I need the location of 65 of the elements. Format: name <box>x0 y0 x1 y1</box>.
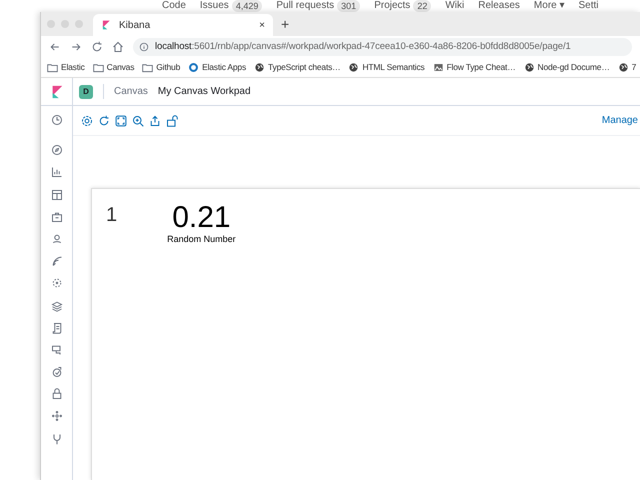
briefcase-icon[interactable] <box>50 210 62 223</box>
manage-link[interactable]: Manage <box>602 113 638 128</box>
bookmark[interactable]: Elastic <box>47 61 85 74</box>
nav-link[interactable]: Releases <box>478 0 520 12</box>
count-badge: 22 <box>413 0 432 12</box>
compass-icon[interactable] <box>50 144 62 156</box>
bookmark[interactable]: HTML Semantics <box>348 61 425 74</box>
globe-icon <box>348 62 360 73</box>
home-icon[interactable] <box>112 41 124 53</box>
clock-icon[interactable] <box>50 114 62 126</box>
nav-link[interactable]: Wiki <box>445 0 464 12</box>
count-badge: 4,429 <box>232 0 262 12</box>
nav-link[interactable]: More ▾ <box>534 0 564 12</box>
breadcrumb-current: My Canvas Workpad <box>158 85 251 99</box>
browser-tab[interactable]: Kibana × <box>93 14 273 36</box>
space-avatar[interactable]: D <box>79 84 93 98</box>
scroll-icon[interactable] <box>50 322 62 334</box>
folder-icon <box>92 62 104 73</box>
address-field[interactable]: localhost:5601/rnb/app/canvas#/workpad/workpad-47ceea10-e360-4a86-8206-b0fdd8d8005e/page/1 <box>133 38 632 56</box>
refresh-icon[interactable] <box>98 114 110 126</box>
chart-icon[interactable] <box>50 166 62 178</box>
reload-icon[interactable] <box>91 41 103 53</box>
fullscreen-icon[interactable] <box>115 114 127 126</box>
new-tab-button[interactable]: + <box>281 14 290 34</box>
settings-icon[interactable] <box>81 114 93 126</box>
close-tab-button[interactable]: × <box>259 18 265 32</box>
image-icon <box>432 62 444 73</box>
nav-link[interactable]: Code <box>162 0 186 12</box>
unlock-icon[interactable] <box>166 114 178 126</box>
bookmark[interactable]: Node-gd Docume… <box>524 61 610 74</box>
zoom-icon[interactable] <box>132 114 144 126</box>
url-text: localhost:5601/rnb/app/canvas#/workpad/workpad-47ceea10-e360-4a86-8206-b0fdd8d8005e/page/1 <box>155 40 571 54</box>
count-badge: 301 <box>337 0 360 12</box>
kibana-logo-icon <box>101 20 111 30</box>
graph-icon[interactable] <box>50 410 62 422</box>
nav-link[interactable]: Projects <box>374 0 410 12</box>
ring-icon <box>188 62 200 73</box>
globe-icon <box>618 62 629 73</box>
bookmark[interactable]: Github <box>142 61 180 74</box>
lock-icon[interactable] <box>50 388 62 400</box>
bookmark[interactable]: Canvas <box>92 61 134 74</box>
nav-link[interactable]: Issues <box>200 0 229 12</box>
info-icon <box>139 42 149 52</box>
page-number: 1 <box>106 203 118 227</box>
nav-link[interactable]: Pull requests <box>276 0 334 12</box>
circle-dots-icon[interactable] <box>50 277 62 290</box>
dashboard-icon[interactable] <box>50 188 62 201</box>
bookmark[interactable]: Elastic Apps <box>188 61 246 74</box>
back-icon[interactable] <box>49 41 61 53</box>
bookmark[interactable]: 7 <box>618 61 636 74</box>
metric-label: Random Number <box>167 233 236 246</box>
metric-value: 0.21 <box>172 203 231 233</box>
share-icon[interactable] <box>149 114 161 126</box>
bookmark[interactable]: Flow Type Cheat… <box>432 61 516 74</box>
folder-icon <box>142 62 154 73</box>
folder-icon <box>47 62 58 73</box>
globe-icon <box>524 62 534 73</box>
forward-icon[interactable] <box>70 41 82 53</box>
globe-icon <box>254 62 266 73</box>
kibana-logo-icon[interactable] <box>50 84 64 98</box>
bookmark[interactable]: TypeScript cheats… <box>254 61 340 74</box>
nav-link[interactable]: Setti <box>578 0 598 12</box>
stack-icon[interactable] <box>50 300 62 312</box>
breadcrumb-link[interactable]: Canvas <box>103 84 148 99</box>
check-icon[interactable] <box>50 366 62 378</box>
